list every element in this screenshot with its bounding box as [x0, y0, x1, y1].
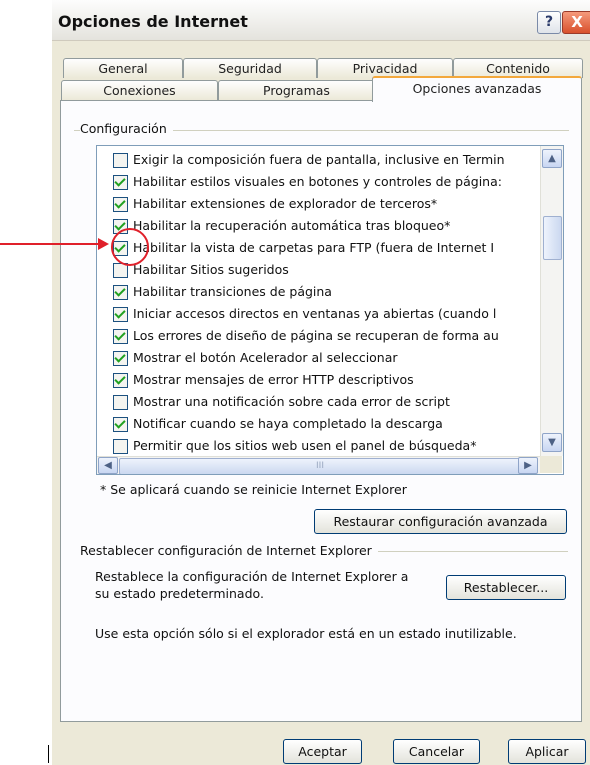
list-item[interactable]: Iniciar accesos directos en ventanas ya …	[113, 303, 496, 325]
tab-connections[interactable]: Conexiones	[61, 80, 218, 100]
checkbox[interactable]	[113, 153, 128, 168]
scrollbar-corner	[540, 456, 562, 473]
checkbox[interactable]	[113, 329, 128, 344]
annotation-arrow-icon	[98, 238, 109, 250]
list-item[interactable]: Habilitar transiciones de página	[113, 281, 332, 303]
checkbox[interactable]	[113, 395, 128, 410]
scroll-right-icon[interactable]: ▶	[518, 457, 538, 474]
scroll-up-icon[interactable]: ▲	[542, 149, 562, 168]
apply-button[interactable]: Aplicar	[508, 739, 586, 764]
dialog-title: Opciones de Internet	[58, 12, 248, 31]
checkbox[interactable]	[113, 439, 128, 454]
title-bar[interactable]: Opciones de Internet ? X	[52, 0, 590, 41]
list-item[interactable]: Habilitar la recuperación automática tra…	[113, 215, 450, 237]
reset-group-label: Restablecer configuración de Internet Ex…	[80, 543, 378, 558]
checkbox[interactable]	[113, 351, 128, 366]
tab-programs[interactable]: Programas	[218, 80, 375, 100]
settings-group-label: Configuración	[80, 121, 173, 136]
list-item[interactable]: Exigir la composición fuera de pantalla,…	[113, 149, 505, 171]
scroll-down-icon[interactable]: ▼	[542, 433, 562, 452]
checkbox[interactable]	[113, 285, 128, 300]
checkbox[interactable]	[113, 307, 128, 322]
vertical-scrollbar[interactable]: ▲ ▼	[540, 146, 563, 456]
tab-general[interactable]: General	[63, 58, 183, 78]
horizontal-scrollbar[interactable]: ◀ III ▶	[97, 456, 540, 474]
list-item[interactable]: Mostrar mensajes de error HTTP descripti…	[113, 369, 414, 391]
help-button[interactable]: ?	[537, 11, 561, 34]
reset-description-line2: su estado predeterminado.	[95, 586, 264, 601]
list-item[interactable]: Mostrar el botón Acelerador al seleccion…	[113, 347, 398, 369]
checkbox[interactable]	[113, 417, 128, 432]
reset-description-line1: Restablece la configuración de Internet …	[95, 569, 409, 584]
tab-content[interactable]: Contenido	[453, 58, 583, 78]
list-item[interactable]: Permitir que los sitios web usen el pane…	[113, 435, 476, 457]
restore-advanced-button[interactable]: Restaurar configuración avanzada	[314, 509, 567, 534]
list-item[interactable]: Notificar cuando se haya completado la d…	[113, 413, 443, 435]
list-item[interactable]: Habilitar Sitios sugeridos	[113, 259, 289, 281]
settings-list[interactable]: Exigir la composición fuera de pantalla,…	[96, 145, 564, 475]
cancel-button[interactable]: Cancelar	[393, 739, 480, 764]
scroll-left-icon[interactable]: ◀	[98, 457, 118, 474]
ok-button[interactable]: Aceptar	[283, 739, 362, 764]
tab-security[interactable]: Seguridad	[183, 58, 317, 78]
checkbox[interactable]	[113, 175, 128, 190]
text-cursor	[48, 745, 49, 763]
list-item-ftp-folder-view[interactable]: Habilitar la vista de carpetas para FTP …	[113, 237, 494, 259]
tab-advanced[interactable]: Opciones avanzadas	[372, 76, 582, 102]
list-item[interactable]: Mostrar una notificación sobre cada erro…	[113, 391, 450, 413]
list-item[interactable]: Los errores de diseño de página se recup…	[113, 325, 499, 347]
reset-button[interactable]: Restablecer...	[446, 575, 566, 600]
close-button[interactable]: X	[562, 11, 590, 34]
list-item[interactable]: Habilitar estilos visuales en botones y …	[113, 171, 502, 193]
annotation-arrow-line	[0, 243, 98, 245]
horizontal-scroll-thumb[interactable]: III	[119, 458, 521, 474]
list-item[interactable]: Habilitar extensiones de explorador de t…	[113, 193, 437, 215]
restart-note: * Se aplicará cuando se reinicie Interne…	[100, 482, 407, 497]
checkbox[interactable]	[113, 197, 128, 212]
annotation-circle	[111, 228, 149, 266]
reset-warning-note: Use esta opción sólo si el explorador es…	[95, 626, 517, 641]
checkbox[interactable]	[113, 373, 128, 388]
vertical-scroll-thumb[interactable]	[543, 216, 562, 260]
tab-privacy[interactable]: Privacidad	[317, 58, 453, 78]
